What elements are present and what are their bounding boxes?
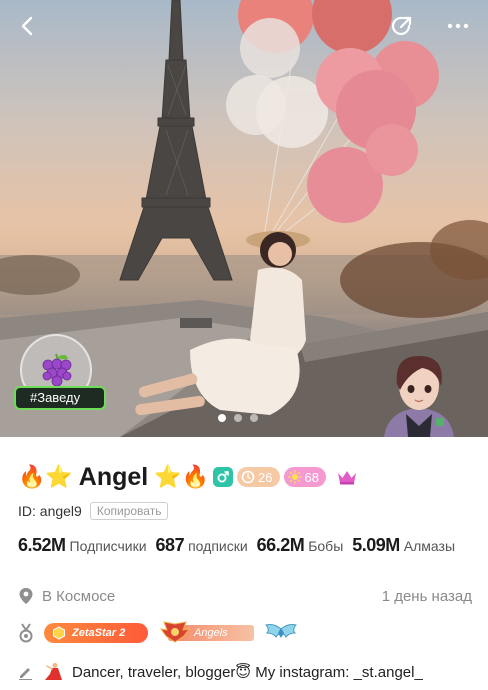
location-pin-icon	[19, 588, 33, 604]
share-button[interactable]	[386, 10, 418, 42]
diamonds-label: Алмазы	[403, 538, 456, 554]
name-suffix-emojis: ⭐🔥	[154, 464, 210, 489]
carousel-dot-2[interactable]	[234, 414, 242, 422]
cover-photo[interactable]: #Заведу	[0, 0, 488, 437]
winged-emblem-icon	[159, 621, 191, 643]
last-active-time: 1 день назад	[381, 587, 472, 605]
carousel-indicator	[218, 414, 258, 422]
profile-name-row: 🔥⭐ Angel ⭐🔥 26 68	[18, 460, 358, 494]
dancer-icon	[45, 663, 62, 680]
hexagon-icon	[53, 626, 65, 640]
medal-icon	[19, 623, 33, 643]
grapes-icon	[42, 353, 72, 387]
crown-icon[interactable]	[336, 468, 358, 486]
wings-badge-icon[interactable]	[264, 621, 298, 645]
carousel-dot-1[interactable]	[218, 414, 226, 422]
live-room-badge[interactable]: #Заведу	[14, 334, 106, 410]
back-button[interactable]	[12, 10, 44, 42]
zetastar-badge[interactable]: ZetaStar 2	[44, 623, 148, 643]
sun-badge-value: 68	[304, 469, 319, 485]
stats-row: 6.52M Подписчики 687 подписки 66.2M Бобы…	[18, 535, 464, 556]
id-row: ID: angel9 Копировать	[18, 502, 169, 520]
more-button[interactable]	[442, 10, 474, 42]
angels-badge[interactable]: Angels	[158, 620, 254, 646]
bio-text: Dancer, traveler, blogger😇 My instagram:…	[72, 664, 423, 681]
more-horizontal-icon	[447, 23, 469, 29]
sun-badge: 68	[283, 467, 326, 487]
diamonds-count: 5.09M	[352, 535, 400, 555]
share-icon	[391, 16, 412, 35]
location-text: В Космосе	[42, 587, 116, 605]
bio-row: Dancer, traveler, blogger😇 My instagram:…	[18, 662, 423, 682]
location-row: В Космосе 1 день назад	[18, 587, 472, 605]
room-tag-label: #Заведу	[14, 386, 106, 410]
name-prefix-emojis: 🔥⭐	[18, 464, 73, 489]
following-label[interactable]: подписки	[188, 538, 248, 554]
pencil-icon	[19, 668, 32, 680]
followers-label[interactable]: Подписчики	[70, 538, 147, 554]
clock-icon	[241, 470, 255, 484]
followers-count[interactable]: 6.52M	[18, 535, 66, 556]
carousel-dot-3[interactable]	[250, 414, 258, 422]
level-badge: 26	[237, 467, 280, 487]
beans-count: 66.2M	[256, 535, 305, 555]
avatar-character[interactable]	[378, 350, 460, 437]
user-id: ID: angel9	[18, 503, 82, 519]
medals-row: ZetaStar 2 Angels	[18, 620, 298, 646]
beans-label: Бобы	[308, 538, 344, 554]
zetastar-label: ZetaStar 2	[72, 627, 126, 639]
gender-icon	[217, 471, 229, 483]
copy-id-button[interactable]: Копировать	[89, 502, 169, 520]
sun-icon	[287, 470, 302, 484]
gender-badge	[213, 467, 234, 487]
chevron-left-icon	[21, 16, 33, 36]
following-count[interactable]: 687	[156, 535, 185, 556]
level-badge-value: 26	[258, 469, 273, 485]
profile-name: Angel	[78, 462, 149, 491]
